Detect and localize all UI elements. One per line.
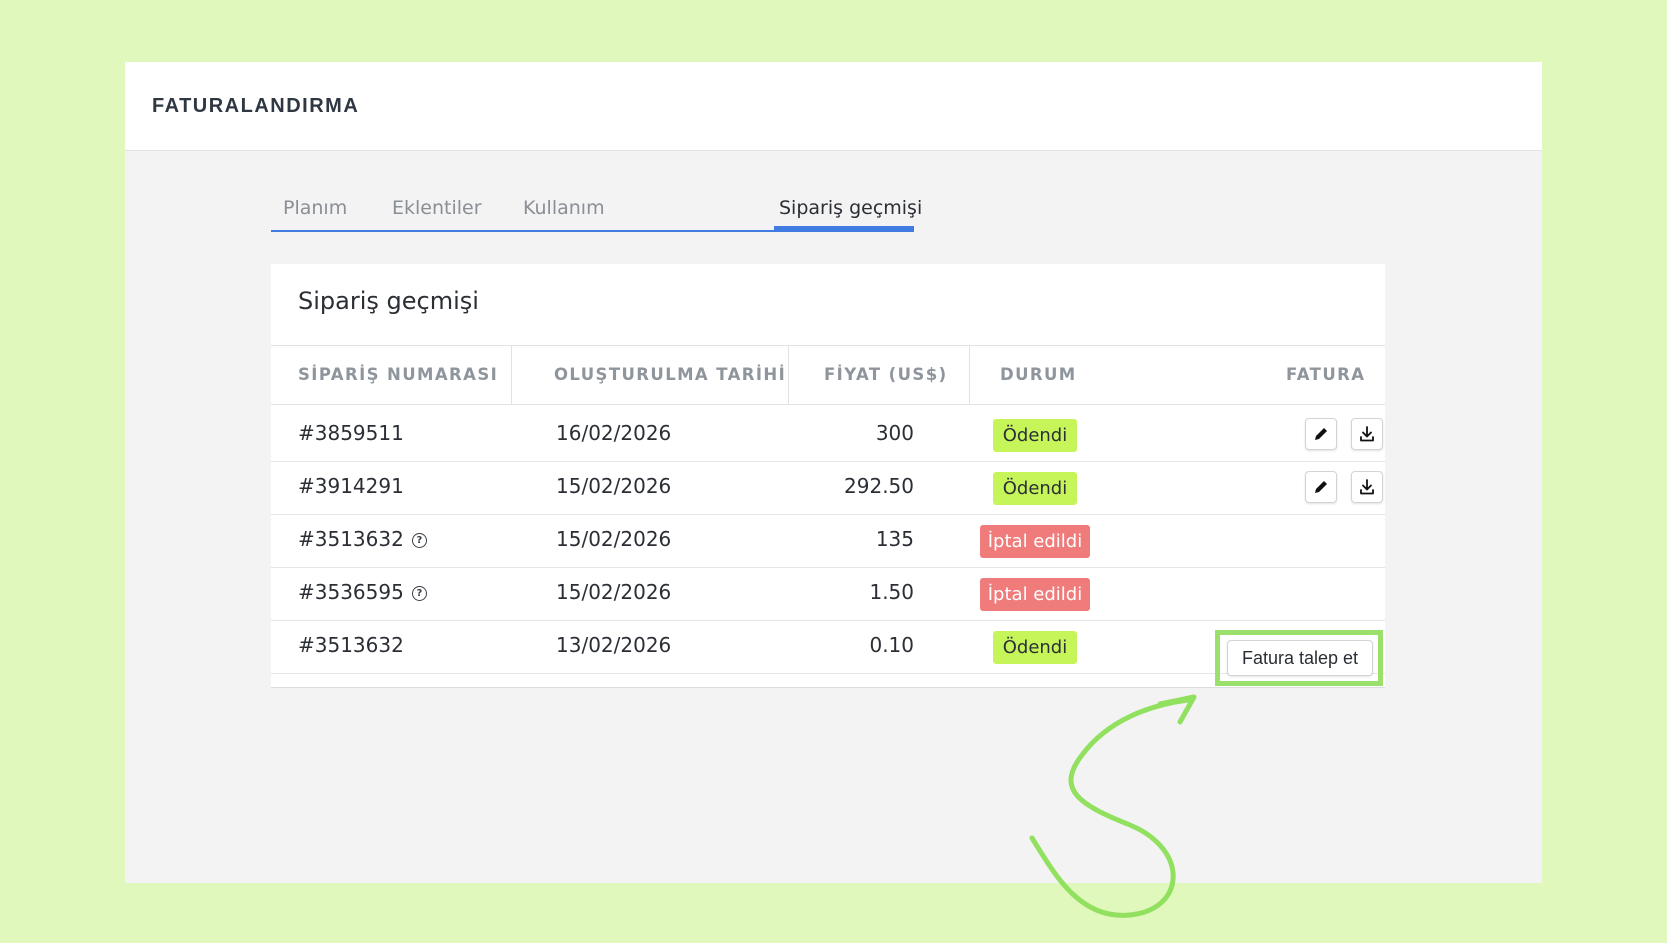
- hand-drawn-arrow: [1029, 694, 1197, 918]
